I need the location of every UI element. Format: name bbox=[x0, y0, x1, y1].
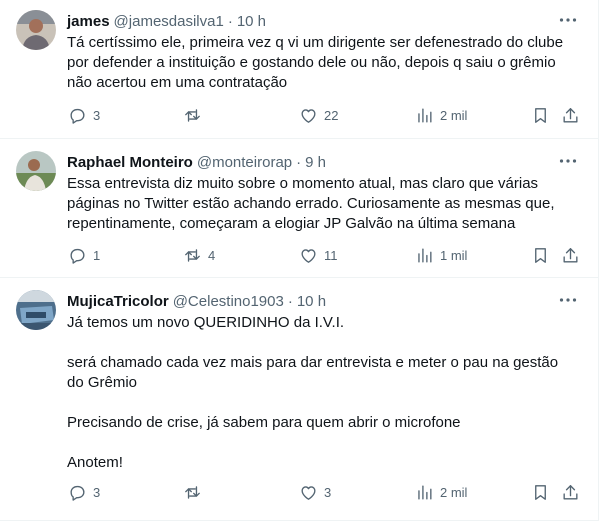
avatar[interactable] bbox=[16, 10, 56, 50]
action-bar: 3 22 2 mil bbox=[64, 104, 584, 126]
heart-icon bbox=[301, 108, 316, 123]
author-name[interactable]: MujicaTricolor bbox=[67, 293, 169, 310]
reply-count: 3 bbox=[93, 107, 101, 123]
like-count: 3 bbox=[324, 484, 332, 500]
tweet-header: Raphael Monteiro @monteirorap · 9 h bbox=[67, 152, 580, 172]
bookmark-button[interactable] bbox=[531, 244, 550, 266]
reply-icon bbox=[70, 485, 85, 501]
separator-dot: · bbox=[296, 153, 302, 171]
tweet-header: MujicaTricolor @Celestino1903 · 10 h bbox=[67, 291, 580, 311]
reply-icon bbox=[70, 108, 85, 124]
more-horizontal-icon[interactable] bbox=[556, 9, 580, 31]
retweet-button[interactable]: 4 bbox=[183, 244, 215, 266]
bookmark-icon bbox=[535, 484, 546, 500]
reply-icon bbox=[70, 248, 85, 264]
reply-count: 1 bbox=[93, 247, 101, 263]
views-count: 2 mil bbox=[440, 484, 468, 500]
avatar[interactable] bbox=[16, 290, 56, 330]
views-button[interactable]: 2 mil bbox=[415, 104, 467, 126]
views-chart-icon bbox=[418, 107, 432, 123]
bookmark-icon bbox=[535, 107, 546, 123]
retweet-icon bbox=[185, 108, 200, 122]
views-count: 2 mil bbox=[440, 107, 468, 123]
reply-button[interactable]: 1 bbox=[68, 244, 100, 266]
share-icon bbox=[563, 107, 578, 123]
reply-button[interactable]: 3 bbox=[68, 104, 100, 126]
heart-icon bbox=[301, 485, 316, 500]
author-handle[interactable]: @monteirorap bbox=[197, 154, 292, 171]
views-count: 1 mil bbox=[440, 247, 468, 263]
tweet-text-line: Já temos um novo QUERIDINHO da I.V.I. bbox=[67, 314, 345, 331]
views-button[interactable]: 1 mil bbox=[415, 244, 467, 266]
retweet-button[interactable] bbox=[183, 104, 208, 126]
like-count: 11 bbox=[324, 247, 338, 263]
tweet-header: james @jamesdasilva1 · 10 h bbox=[67, 11, 580, 31]
tweet-text-line: não acertou em uma contratação bbox=[67, 74, 288, 91]
bookmark-button[interactable] bbox=[531, 104, 550, 126]
tweet-text-line: Anotem! bbox=[67, 454, 123, 471]
tweet-text-line: Tá certíssimo ele, primeira vez q vi um … bbox=[67, 34, 564, 51]
like-button[interactable]: 11 bbox=[299, 244, 338, 266]
tweet[interactable]: james @jamesdasilva1 · 10 h Tá certíssim… bbox=[0, 0, 598, 139]
like-button[interactable]: 22 bbox=[299, 104, 338, 126]
like-count: 22 bbox=[324, 107, 339, 123]
heart-icon bbox=[301, 248, 316, 263]
separator-dot: · bbox=[287, 292, 293, 310]
timestamp[interactable]: 10 h bbox=[237, 13, 266, 30]
retweet-icon bbox=[185, 485, 200, 499]
tweet-text-line: do Grêmio bbox=[67, 374, 138, 391]
more-horizontal-icon[interactable] bbox=[556, 289, 580, 311]
more-horizontal-icon[interactable] bbox=[556, 150, 580, 172]
share-icon bbox=[563, 247, 578, 263]
tweet-text: Tá certíssimo ele, primeira vez q vi um … bbox=[67, 33, 582, 93]
views-button[interactable]: 2 mil bbox=[415, 481, 467, 503]
timestamp[interactable]: 9 h bbox=[305, 154, 326, 171]
tweet[interactable]: Raphael Monteiro @monteirorap · 9 h Essa… bbox=[0, 139, 598, 278]
tweet-feed: james @jamesdasilva1 · 10 h Tá certíssim… bbox=[0, 0, 599, 521]
retweet-button[interactable] bbox=[183, 481, 208, 503]
views-chart-icon bbox=[418, 247, 432, 263]
reply-button[interactable]: 3 bbox=[68, 481, 100, 503]
share-button[interactable] bbox=[561, 481, 580, 503]
views-chart-icon bbox=[418, 484, 432, 500]
action-bar: 1 4 11 1 mil bbox=[64, 244, 584, 266]
separator-dot: · bbox=[227, 12, 233, 30]
tweet-text-line: Essa entrevista diz muito sobre o moment… bbox=[67, 175, 539, 192]
author-name[interactable]: Raphael Monteiro bbox=[67, 154, 193, 171]
action-bar: 3 3 2 mil bbox=[64, 481, 584, 503]
share-icon bbox=[563, 484, 578, 500]
tweet-text-line: será chamado cada vez mais para dar entr… bbox=[67, 354, 559, 371]
tweet-text: Essa entrevista diz muito sobre o moment… bbox=[67, 174, 582, 234]
tweet-text-line: Precisando de crise, já sabem para quem … bbox=[67, 414, 461, 431]
like-button[interactable]: 3 bbox=[299, 481, 331, 503]
author-name[interactable]: james bbox=[67, 13, 110, 30]
bookmark-button[interactable] bbox=[531, 481, 550, 503]
retweet-icon bbox=[185, 248, 200, 262]
share-button[interactable] bbox=[561, 104, 580, 126]
avatar[interactable] bbox=[16, 151, 56, 191]
tweet-text-line: repentinamente, começaram a elogiar JP G… bbox=[67, 215, 516, 232]
tweet[interactable]: MujicaTricolor @Celestino1903 · 10 h Já … bbox=[0, 278, 598, 521]
author-handle[interactable]: @Celestino1903 bbox=[173, 293, 284, 310]
reply-count: 3 bbox=[93, 484, 101, 500]
tweet-text: Já temos um novo QUERIDINHO da I.V.I. se… bbox=[67, 313, 582, 473]
retweet-count: 4 bbox=[208, 247, 216, 263]
tweet-text-line: páginas no Twitter estão achando errado.… bbox=[67, 195, 555, 212]
author-handle[interactable]: @jamesdasilva1 bbox=[114, 13, 224, 30]
timestamp[interactable]: 10 h bbox=[297, 293, 326, 310]
share-button[interactable] bbox=[561, 244, 580, 266]
tweet-text-line: por defender a instituição e gostando de… bbox=[67, 54, 556, 71]
bookmark-icon bbox=[535, 247, 546, 263]
